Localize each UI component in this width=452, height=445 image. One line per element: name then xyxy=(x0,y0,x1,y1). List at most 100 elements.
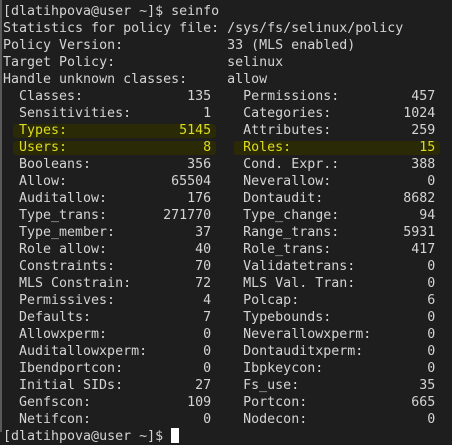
stat-value: 0 xyxy=(427,310,436,325)
stat-label: Type_trans: xyxy=(19,208,108,223)
header-value: selinux xyxy=(227,55,284,70)
stat-row: Constraints: 70 Validatetrans: 0 xyxy=(3,258,452,275)
stat-label: Fs_use: xyxy=(243,378,300,393)
text-cursor xyxy=(171,428,180,443)
stat-label: Categories: xyxy=(243,106,332,121)
header-value: 33 (MLS enabled) xyxy=(227,38,356,53)
stat-value: 0 xyxy=(203,344,212,359)
stat-label: Range_trans: xyxy=(243,225,340,240)
stat-value: 176 xyxy=(187,191,212,206)
stat-row: Genfscon: 109 Portcon: 665 xyxy=(3,394,452,411)
stat-value: 7 xyxy=(203,310,212,325)
header-line: Handle unknown classes: allow xyxy=(3,71,452,88)
stat-value: 388 xyxy=(411,157,436,172)
stat-label: Role_trans: xyxy=(243,242,332,257)
prompt: [dlatihpova@user ~]$ xyxy=(3,4,172,19)
stat-value: 457 xyxy=(411,89,436,104)
stat-value: 70 xyxy=(195,259,212,274)
stat-row: Defaults: 7 Typebounds: 0 xyxy=(3,309,452,326)
stat-row: Ibendportcon: 0 Ibpkeycon: 0 xyxy=(3,360,452,377)
header-line: Policy Version: 33 (MLS enabled) xyxy=(3,37,452,54)
stat-value: 5931 xyxy=(403,225,436,240)
header-label: Target Policy: xyxy=(3,55,116,70)
stat-label: Validatetrans: xyxy=(243,259,356,274)
stat-label: Type_member: xyxy=(19,225,116,240)
stat-value: 0 xyxy=(203,361,212,376)
stat-row: Role allow: 40 Role_trans: 417 xyxy=(3,241,452,258)
stat-label: MLS Val. Tran: xyxy=(243,276,356,291)
stat-value: 259 xyxy=(411,123,436,138)
stat-label: Nodecon: xyxy=(243,412,308,427)
stat-row: Sensitivities: 1 Categories: 1024 xyxy=(3,105,452,122)
stat-label: Roles: xyxy=(243,140,292,155)
stat-value: 665 xyxy=(411,395,436,410)
stat-row: MLS Constrain: 72 MLS Val. Tran: 0 xyxy=(3,275,452,292)
stat-value: 15 xyxy=(419,140,436,155)
stat-row: Users: 8 Roles: 15 xyxy=(3,139,452,156)
stat-value: 0 xyxy=(427,412,436,427)
stat-value: 417 xyxy=(411,242,436,257)
stat-label: Allow: xyxy=(19,174,68,189)
stat-value: 5145 xyxy=(179,123,212,138)
stat-label: Dontauditxperm: xyxy=(243,344,364,359)
stat-row: Initial SIDs: 27 Fs_use: 35 xyxy=(3,377,452,394)
stat-label: Neverallow: xyxy=(243,174,332,189)
stat-value: 271770 xyxy=(163,208,212,223)
terminal-output[interactable]: [dlatihpova@user ~]$ seinfo Statistics f… xyxy=(3,3,452,444)
stat-value: 94 xyxy=(419,208,436,223)
header-value: /sys/fs/selinux/policy xyxy=(227,21,404,36)
stat-value: 0 xyxy=(203,412,212,427)
stat-value: 0 xyxy=(427,327,436,342)
stat-row: Netifcon: 0 Nodecon: 0 xyxy=(3,411,452,428)
header-value: allow xyxy=(227,72,268,87)
stat-row: Auditallow: 176 Dontaudit: 8682 xyxy=(3,190,452,207)
stat-label: Booleans: xyxy=(19,157,92,172)
stat-value: 356 xyxy=(187,157,212,172)
stat-label: Allowxperm: xyxy=(19,327,108,342)
stat-row: Booleans: 356 Cond. Expr.: 388 xyxy=(3,156,452,173)
stat-value: 0 xyxy=(427,344,436,359)
stat-label: Defaults: xyxy=(19,310,92,325)
prompt: [dlatihpova@user ~]$ xyxy=(3,429,172,444)
stat-label: Constraints: xyxy=(19,259,116,274)
stat-value: 0 xyxy=(427,259,436,274)
stat-label: Classes: xyxy=(19,89,84,104)
stat-value: 37 xyxy=(195,225,212,240)
stat-row: Type_trans: 271770 Type_change: 94 xyxy=(3,207,452,224)
stat-value: 6 xyxy=(427,293,436,308)
stat-label: Types: xyxy=(19,123,68,138)
stat-row: Auditallowxperm: 0 Dontauditxperm: 0 xyxy=(3,343,452,360)
window-border xyxy=(0,0,2,432)
command-line: [dlatihpova@user ~]$ seinfo xyxy=(3,3,452,20)
stat-label: Auditallow: xyxy=(19,191,108,206)
header-line: Target Policy: selinux xyxy=(3,54,452,71)
header-label: Statistics for policy file: xyxy=(3,21,228,36)
stat-row: Classes: 135 Permissions: 457 xyxy=(3,88,452,105)
stat-label: Dontaudit: xyxy=(243,191,324,206)
stat-value: 8 xyxy=(203,140,212,155)
stat-label: Genfscon: xyxy=(19,395,92,410)
stat-label: Portcon: xyxy=(243,395,308,410)
stat-label: Ibpkeycon: xyxy=(243,361,324,376)
stat-value: 109 xyxy=(187,395,212,410)
stat-value: 0 xyxy=(427,276,436,291)
header-label: Policy Version: xyxy=(3,38,124,53)
stat-label: Auditallowxperm: xyxy=(19,344,148,359)
stat-label: Cond. Expr.: xyxy=(243,157,340,172)
stat-label: Role allow: xyxy=(19,242,108,257)
stat-value: 35 xyxy=(419,378,436,393)
stat-value: 0 xyxy=(427,361,436,376)
stat-row: Allow: 65504 Neverallow: 0 xyxy=(3,173,452,190)
stat-value: 8682 xyxy=(403,191,436,206)
stat-label: Ibendportcon: xyxy=(19,361,124,376)
stat-label: Attributes: xyxy=(243,123,332,138)
stat-row: Permissives: 4 Polcap: 6 xyxy=(3,292,452,309)
stat-value: 135 xyxy=(187,89,212,104)
stat-label: Users: xyxy=(19,140,68,155)
stat-label: Neverallowxperm: xyxy=(243,327,372,342)
stat-row: Type_member: 37 Range_trans: 5931 xyxy=(3,224,452,241)
stat-value: 65504 xyxy=(171,174,212,189)
command: seinfo xyxy=(171,4,220,19)
stat-value: 72 xyxy=(195,276,212,291)
stat-label: Netifcon: xyxy=(19,412,92,427)
